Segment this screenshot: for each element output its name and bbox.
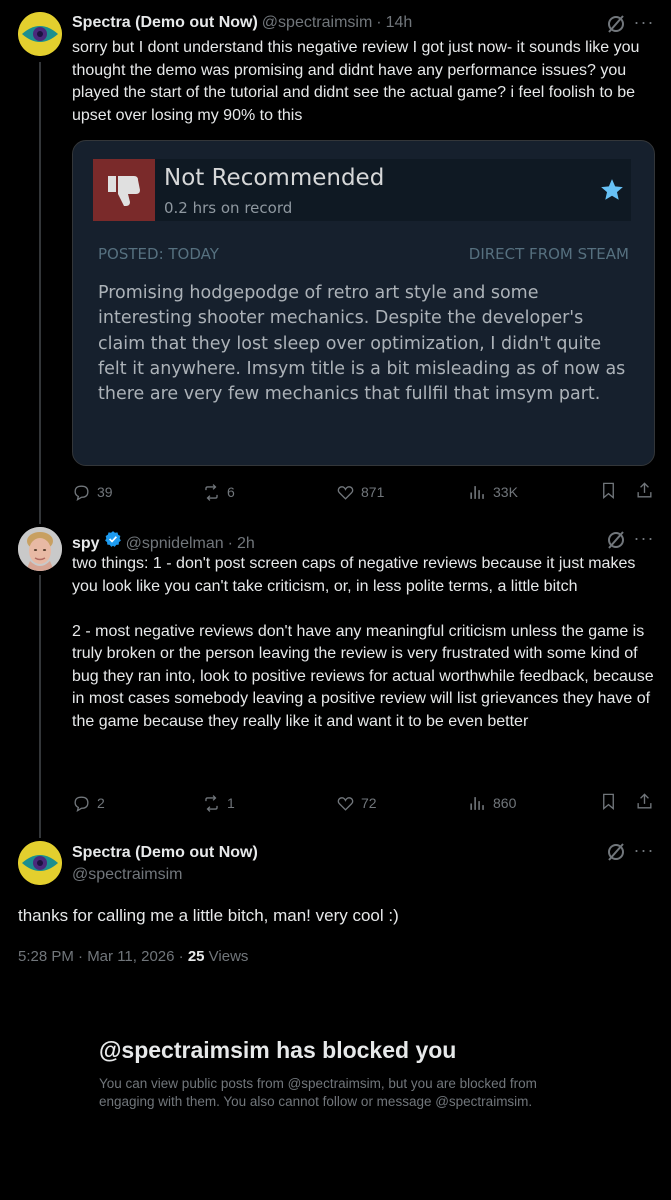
handle[interactable]: @spectraimsim (262, 13, 372, 33)
view-count: 860 (493, 795, 517, 811)
bookmark-button[interactable] (599, 792, 618, 811)
like-button[interactable]: 72 (336, 792, 377, 814)
repost-button[interactable]: 1 (202, 792, 235, 814)
reply-button[interactable]: 2 (72, 792, 105, 814)
timestamp[interactable]: 2h (237, 534, 255, 554)
view-count: 33K (493, 484, 518, 500)
review-body: Promising hodgepodge of retro art style … (98, 283, 626, 405)
share-icon (637, 793, 652, 809)
display-name[interactable]: spy (72, 534, 100, 554)
thread-line (39, 575, 41, 838)
like-count: 72 (361, 795, 377, 811)
review-posted-date: POSTED: TODAY (98, 245, 219, 263)
views-button[interactable]: 860 (468, 792, 516, 814)
verified-badge-icon (104, 530, 122, 548)
thumbs-down-icon (93, 159, 155, 221)
separator-dot: · (227, 535, 233, 552)
bookmark-icon (603, 482, 614, 500)
repost-icon (205, 794, 218, 812)
tweet-text: sorry but I dont understand this negativ… (72, 39, 644, 124)
analytics-icon (470, 485, 484, 499)
share-button[interactable] (635, 792, 654, 811)
tweet-header: Spectra (Demo out Now) @spectraimsim · 1… (72, 13, 412, 33)
share-icon (637, 482, 652, 498)
reply-icon (74, 795, 89, 812)
review-source: DIRECT FROM STEAM (468, 245, 629, 263)
thread-line (39, 62, 41, 524)
more-options-icon[interactable]: ··· (633, 527, 655, 549)
analytics-icon (470, 796, 484, 810)
reply-icon (74, 484, 89, 501)
repost-count: 1 (227, 795, 235, 811)
avatar-spectra[interactable] (18, 12, 62, 56)
display-name[interactable]: Spectra (Demo out Now) (72, 13, 258, 33)
tweet-timestamp[interactable]: 5:28 PM · Mar 11, 2026 · (18, 948, 188, 965)
tweet-text: thanks for calling me a little bitch, ma… (18, 906, 399, 925)
repost-icon (205, 483, 218, 501)
handle[interactable]: @spectraimsim (72, 865, 182, 885)
grok-icon[interactable] (605, 13, 627, 35)
like-count: 871 (361, 484, 385, 500)
more-options-icon[interactable]: ··· (633, 11, 655, 33)
reply-count: 39 (97, 484, 113, 500)
tweet-meta: 5:28 PM · Mar 11, 2026 · 25 Views (18, 948, 248, 965)
grok-icon[interactable] (605, 529, 627, 551)
review-verdict: Not Recommended (164, 165, 385, 191)
display-name[interactable]: Spectra (Demo out Now) (72, 843, 258, 863)
grok-icon[interactable] (605, 841, 627, 863)
share-button[interactable] (635, 481, 654, 500)
reply-count: 2 (97, 795, 105, 811)
avatar-spectra[interactable] (18, 841, 62, 885)
repost-button[interactable]: 6 (202, 481, 235, 503)
heart-icon (337, 796, 354, 811)
star-icon (599, 177, 625, 203)
more-options-icon[interactable]: ··· (633, 839, 655, 861)
blocked-description: You can view public posts from @spectrai… (99, 1076, 537, 1109)
blocked-title: @spectraimsim has blocked you (99, 1037, 457, 1063)
avatar-spy[interactable] (18, 527, 62, 571)
view-count: 25 (187, 948, 205, 965)
heart-icon (337, 485, 354, 500)
tweet-actions: 39 6 871 33K (72, 481, 657, 503)
repost-count: 6 (227, 484, 235, 500)
like-button[interactable]: 871 (336, 481, 384, 503)
bookmark-button[interactable] (599, 481, 618, 500)
tweet-text: two things: 1 - don't post screen caps o… (72, 555, 654, 730)
tweet-actions: 2 1 72 860 (72, 792, 657, 814)
handle[interactable]: @spnidelman (126, 534, 224, 554)
review-header: Not Recommended 0.2 hrs on record (93, 159, 631, 221)
review-hours: 0.2 hrs on record (164, 199, 293, 217)
reply-button[interactable]: 39 (72, 481, 113, 503)
views-label: Views (208, 948, 249, 965)
separator-dot: · (376, 14, 382, 31)
timestamp[interactable]: 14h (386, 13, 413, 33)
views-button[interactable]: 33K (468, 481, 518, 503)
bookmark-icon (603, 793, 614, 811)
tweet-header: spy @spnidelman · 2h (72, 530, 255, 554)
steam-review-card[interactable]: Not Recommended 0.2 hrs on record POSTED… (72, 140, 655, 466)
